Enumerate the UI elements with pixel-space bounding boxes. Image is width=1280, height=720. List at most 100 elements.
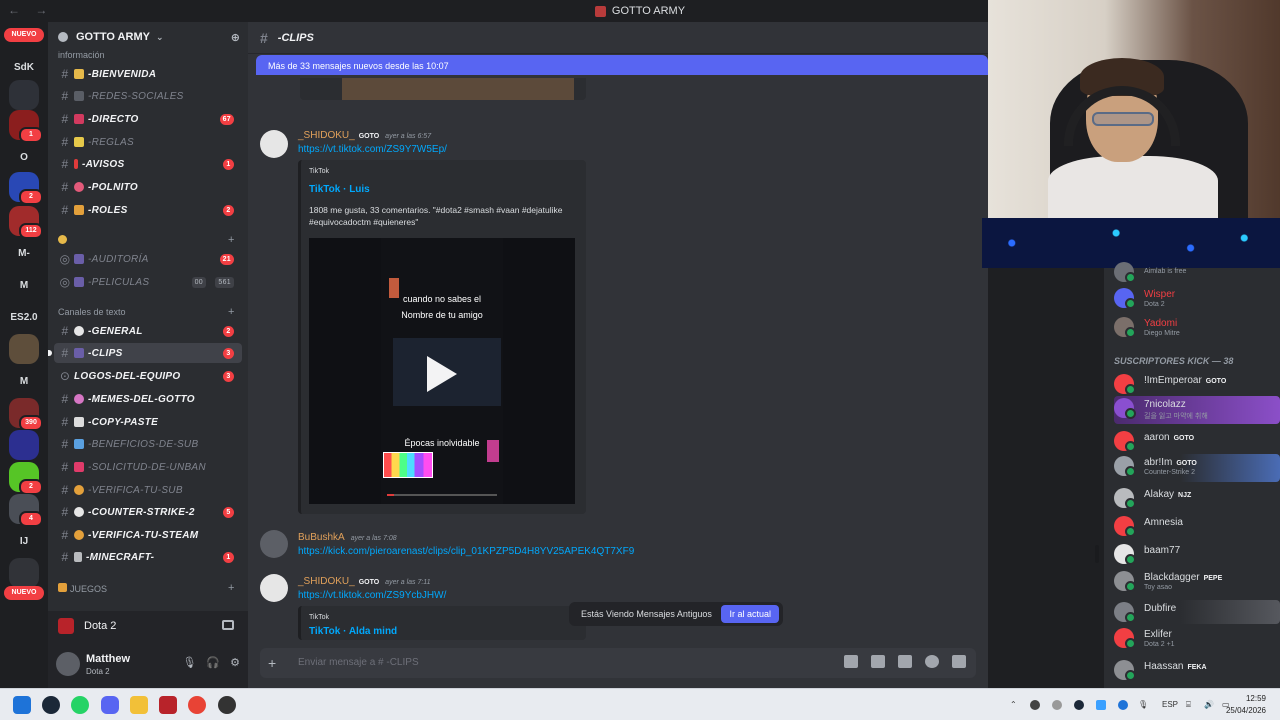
member-item[interactable]: Amnesia <box>1114 514 1280 538</box>
dota-icon[interactable] <box>159 696 177 714</box>
channel-peliculas[interactable]: ◎ -PELICULAS 00 561 <box>54 272 242 292</box>
channel-clips[interactable]: # -CLIPS 3 <box>48 343 242 363</box>
channel-memes-del-gotto[interactable]: # -MEMES-DEL-GOTTO <box>54 389 242 409</box>
channel-solicitud-de-unban[interactable]: # -SOLICITUD-DE-UNBAN <box>54 457 242 477</box>
server-m-dash[interactable]: M- <box>9 238 39 268</box>
message-link[interactable]: https://vt.tiktok.com/ZS9Y7W5Ep/ <box>298 144 447 155</box>
channel-directo[interactable]: # -DIRECTO 67 <box>54 109 242 129</box>
clock[interactable]: 12:59 25/04/2026 <box>1226 693 1266 717</box>
member-item[interactable]: abr!Im GOTO Counter-Strike 2 <box>1114 454 1280 482</box>
server-legends[interactable] <box>9 430 39 460</box>
channel-counter-strike-2[interactable]: # -COUNTER-STRIKE-2 5 <box>54 502 242 522</box>
discover-icon[interactable] <box>9 558 39 588</box>
whatsapp-icon[interactable] <box>71 696 89 714</box>
username[interactable]: Matthew <box>86 653 130 665</box>
bluetooth-icon[interactable] <box>1118 700 1128 710</box>
category-info[interactable]: información <box>58 50 105 60</box>
tray-app-icon[interactable] <box>1030 700 1040 710</box>
channel-beneficios-de-sub[interactable]: # -BENEFICIOS-DE-SUB <box>54 434 242 454</box>
language-indicator[interactable]: ESP <box>1162 700 1178 709</box>
server-ij[interactable]: IJ <box>9 526 39 556</box>
member-item[interactable]: Exlifer Dota 2 +1 <box>1114 626 1280 654</box>
jump-to-present-button[interactable]: Ir al actual <box>721 605 779 623</box>
avatar[interactable] <box>56 652 80 676</box>
apps-icon[interactable] <box>952 655 966 668</box>
category-juegos[interactable]: JUEGOS + <box>58 582 234 594</box>
channel-avisos[interactable]: # -AVISOS 1 <box>54 154 242 174</box>
member-item[interactable]: !ImEmperoar GOTO <box>1114 372 1280 396</box>
server-gotto[interactable]: 112 <box>9 206 43 239</box>
category-text[interactable]: Canales de texto + <box>58 306 234 318</box>
message-link[interactable]: https://kick.com/pieroarenast/clips/clip… <box>298 546 634 557</box>
gift-icon[interactable] <box>844 655 858 668</box>
member-item[interactable]: Haassan FEKA <box>1114 658 1280 682</box>
network-icon[interactable]: ⌸ <box>1186 700 1191 710</box>
steam-icon[interactable] <box>42 696 60 714</box>
message-author[interactable]: BuBushkA ayer a las 7:08 <box>298 532 397 543</box>
windows-start-icon[interactable] <box>13 696 31 714</box>
popout-icon[interactable] <box>222 620 234 630</box>
server-es2[interactable]: ES2.0 <box>9 302 39 332</box>
member-item[interactable]: baam77 <box>1114 542 1280 566</box>
member-item[interactable]: Wisper Dota 2 <box>1114 286 1280 310</box>
channel-polnito[interactable]: # -POLNITO <box>54 177 242 197</box>
server-sdk[interactable]: SdK <box>9 52 39 82</box>
new-messages-banner[interactable]: Más de 33 mensajes nuevos desde las 10:0… <box>256 55 988 75</box>
member-item[interactable]: Dubfire <box>1114 600 1280 624</box>
message-link[interactable]: https://vt.tiktok.com/ZS9YcbJHW/ <box>298 590 446 601</box>
server-header[interactable]: GOTTO ARMY ⌄ ⊕ <box>48 22 248 52</box>
embed-video[interactable]: cuando no sabes el Nombre de tu amigo Ép… <box>309 238 575 504</box>
attach-plus-icon[interactable]: + <box>268 655 276 671</box>
avatar[interactable] <box>260 130 288 158</box>
chrome-icon[interactable] <box>188 696 206 714</box>
server-division[interactable] <box>9 80 39 110</box>
member-item[interactable]: Blackdagger PEPE Toy asao <box>1114 569 1280 597</box>
message-composer[interactable]: + Enviar mensaje a # -CLIPS <box>260 648 976 678</box>
server-m[interactable]: M <box>9 270 39 300</box>
discord-icon[interactable] <box>101 696 119 714</box>
channel-logos-del-equipo[interactable]: ⊙ LOGOS-DEL-EQUIPO 3 <box>54 366 242 386</box>
message-author[interactable]: _SHIDOKU_ GOTO ayer a las 6:57 <box>298 130 431 141</box>
microphone-icon[interactable]: 🎙 <box>182 656 196 669</box>
channel-redes-sociales[interactable]: # -REDES-SOCIALES <box>54 86 242 106</box>
sticker-icon[interactable] <box>898 655 912 668</box>
chevron-up-icon[interactable]: ⌃ <box>1010 700 1017 709</box>
server-blue[interactable]: 2 <box>9 172 43 205</box>
embed-title[interactable]: TikTok · Luis <box>309 184 370 195</box>
tray-app-icon[interactable] <box>1052 700 1062 710</box>
server-photo[interactable] <box>9 334 39 364</box>
channel-copy-paste[interactable]: # -COPY-PASTE <box>54 412 242 432</box>
video-progress-bar[interactable] <box>387 494 497 496</box>
emoji-icon[interactable] <box>925 655 939 668</box>
member-item[interactable]: 7nicolazz 길을 잃고 마약에 취해 <box>1114 396 1280 424</box>
headphones-icon[interactable]: 🎧 <box>206 656 220 669</box>
microphone-icon[interactable]: 🎙 <box>1138 700 1148 709</box>
gif-icon[interactable] <box>871 655 885 668</box>
channel-verifica-tu-steam[interactable]: # -VERIFICA-TU-STEAM <box>54 525 242 545</box>
member-item[interactable]: Yadomi Diego Mitre <box>1114 315 1280 339</box>
back-forward-icon[interactable]: ← → <box>8 3 53 17</box>
server-green[interactable]: 2 <box>9 462 43 495</box>
activity-panel[interactable]: Dota 2 <box>48 611 248 641</box>
channel-roles[interactable]: # -ROLES 2 <box>54 200 242 220</box>
avatar[interactable] <box>260 530 288 558</box>
tray-app-icon[interactable] <box>1096 700 1106 710</box>
channel-verifica-tu-sub[interactable]: # -VERIFICA-TU-SUB <box>54 480 242 500</box>
obs-icon[interactable] <box>218 696 236 714</box>
member-item[interactable]: aaron GOTO <box>1114 429 1280 453</box>
gear-icon[interactable]: ⚙ <box>230 656 240 669</box>
channel-auditoria[interactable]: ◎ -AUDITORÍA 21 <box>54 249 242 269</box>
play-icon[interactable] <box>427 356 457 392</box>
add-channel-icon[interactable]: + <box>228 582 234 594</box>
channel-reglas[interactable]: # -REGLAS <box>54 132 242 152</box>
scrollbar[interactable] <box>1095 545 1099 563</box>
server-grey[interactable]: 4 <box>9 494 43 527</box>
add-channel-icon[interactable]: + <box>228 234 234 246</box>
avatar[interactable] <box>260 574 288 602</box>
message-author[interactable]: _SHIDOKU_ GOTO ayer a las 7:11 <box>298 576 431 587</box>
channel-general[interactable]: # -GENERAL 2 <box>54 321 242 341</box>
channel-bienvenida[interactable]: # -BIENVENIDA <box>54 64 242 84</box>
file-explorer-icon[interactable] <box>130 696 148 714</box>
tray-steam-icon[interactable] <box>1074 700 1084 710</box>
server-o[interactable]: O <box>9 142 39 172</box>
